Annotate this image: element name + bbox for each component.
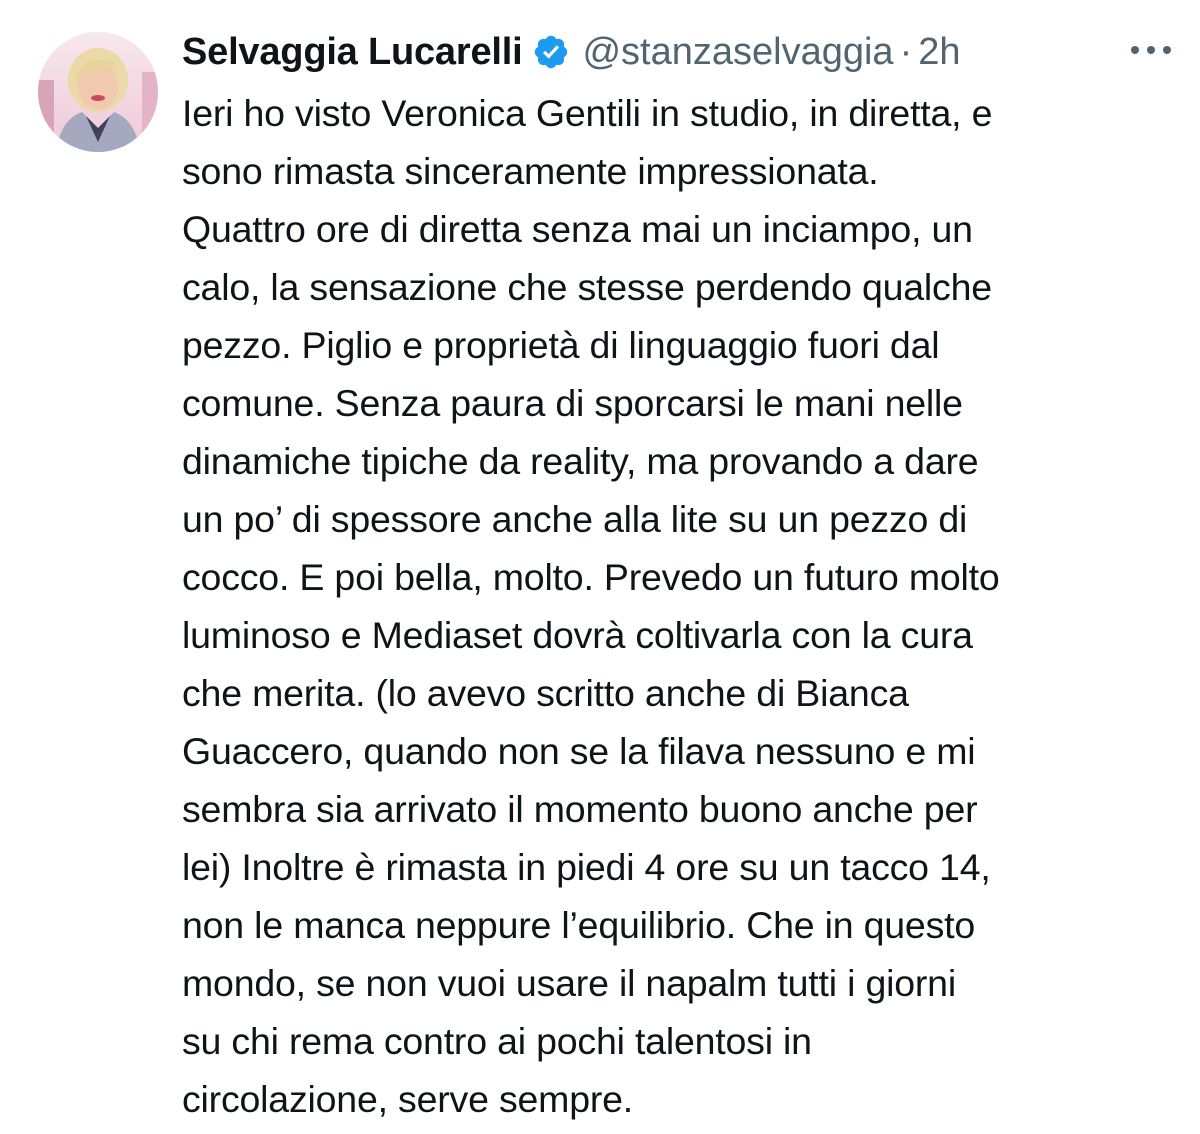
verified-badge-icon[interactable] (532, 33, 570, 71)
author-handle[interactable]: @stanzaselvaggia (582, 31, 893, 74)
avatar[interactable] (38, 32, 158, 152)
profile-photo-icon (38, 32, 158, 152)
timestamp[interactable]: 2h (918, 31, 960, 74)
ellipsis-icon[interactable] (1128, 40, 1174, 60)
tweet-header: Selvaggia Lucarelli @stanzaselvaggia · 2… (182, 22, 961, 82)
tweet-text: Ieri ho visto Veronica Gentili in studio… (182, 92, 1000, 1120)
tweet[interactable]: Selvaggia Lucarelli @stanzaselvaggia · 2… (0, 0, 1200, 1134)
author-display-name[interactable]: Selvaggia Lucarelli (182, 31, 523, 74)
separator-dot: · (899, 30, 913, 73)
